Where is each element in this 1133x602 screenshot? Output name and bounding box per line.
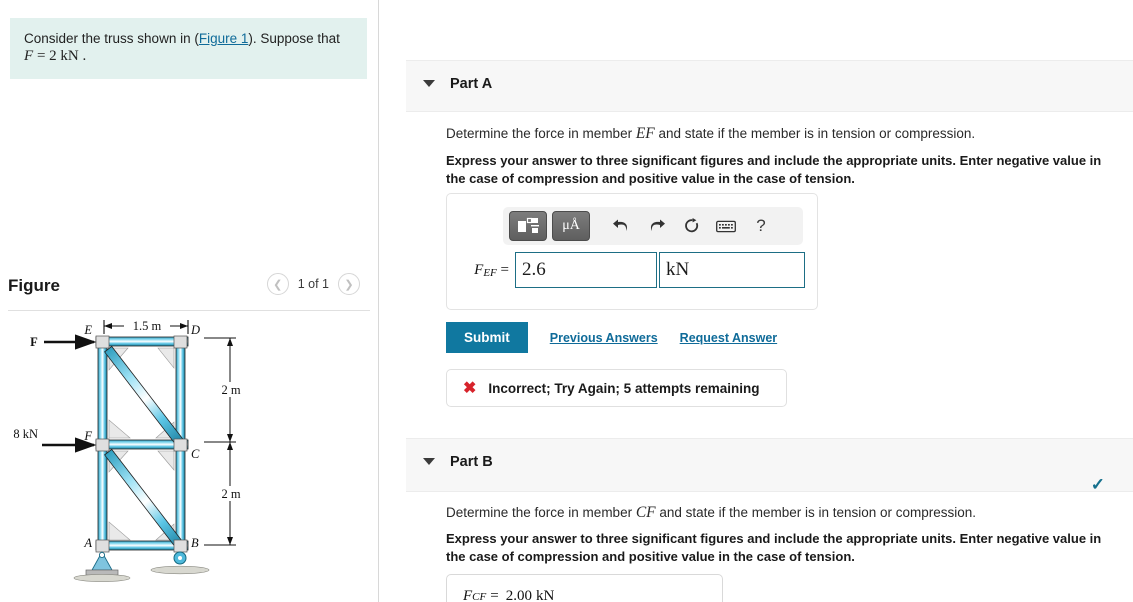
node-label-E: E — [83, 323, 92, 337]
given-period: . — [82, 48, 87, 64]
part-b-answer-units: kN — [535, 588, 555, 602]
node-label-D: D — [190, 323, 200, 337]
request-answer-link[interactable]: Request Answer — [680, 331, 777, 345]
math-toolbar: μÅ ? — [503, 207, 803, 245]
chevron-left-icon: ❮ — [273, 278, 283, 291]
previous-answers-link[interactable]: Previous Answers — [550, 331, 658, 345]
figure-header: Figure ❮ 1 of 1 ❯ — [8, 268, 370, 310]
figure-prev-button[interactable]: ❮ — [266, 273, 289, 295]
dimension-width-label: 1.5 m — [133, 319, 162, 333]
keyboard-icon[interactable] — [711, 212, 741, 240]
part-a-prompt-post: and state if the member is in tension or… — [654, 126, 976, 141]
chevron-right-icon: ❯ — [344, 278, 354, 291]
dimension-lower-label: 2 m — [221, 487, 240, 501]
keyboard-glyph — [716, 220, 736, 232]
truss-diagram-svg: 1.5 m F 8 kN E D F C A B 2 m 2 m — [13, 318, 246, 582]
undo-glyph — [612, 219, 627, 231]
check-icon: ✓ — [1090, 475, 1105, 494]
figure-1-link[interactable]: Figure 1 — [199, 31, 249, 46]
given-variable: F — [24, 48, 34, 64]
given-equation: = 2 — [36, 48, 57, 64]
part-b-prompt-post: and state if the member is in tension or… — [655, 505, 977, 520]
part-a-actions: Submit Previous Answers Request Answer — [446, 322, 777, 353]
part-b-title: Part B — [450, 454, 493, 470]
problem-statement-line1: Consider the truss shown in (Figure 1). … — [24, 30, 353, 47]
part-b-answer-equals: = — [490, 588, 499, 602]
answer-symbol: F — [474, 261, 484, 278]
units-icon[interactable]: μÅ — [552, 211, 590, 241]
part-a-answer-label: FEF = — [461, 262, 515, 279]
node-label-F: F — [83, 429, 92, 443]
reset-glyph — [684, 217, 698, 232]
redo-glyph — [650, 219, 665, 231]
part-b-answer-subscript: CF — [472, 590, 487, 602]
answer-equals: = — [500, 261, 509, 278]
submit-button[interactable]: Submit — [446, 322, 528, 353]
load-mid-label: 8 kN — [13, 427, 38, 441]
part-a-member: EF — [635, 125, 655, 142]
reset-icon[interactable] — [676, 212, 706, 240]
part-a-title: Part A — [450, 76, 493, 92]
part-a-units-input[interactable]: kN — [659, 252, 805, 288]
part-b-answer-widget[interactable]: F CF = 2.00 kN — [446, 574, 723, 602]
truss-figure[interactable]: 1.5 m F 8 kN E D F C A B 2 m 2 m — [8, 312, 370, 600]
part-b-member: CF — [635, 504, 656, 521]
figure-divider — [8, 310, 370, 311]
part-b-instruction: Express your answer to three significant… — [446, 531, 1102, 564]
node-label-C: C — [191, 447, 200, 461]
undo-icon[interactable] — [606, 212, 636, 240]
node-label-A: A — [83, 536, 92, 550]
feedback-message: Incorrect; Try Again; 5 attempts remaini… — [488, 380, 760, 396]
part-b-prompt: Determine the force in member CF and sta… — [446, 504, 1106, 522]
answer-subscript: EF — [483, 266, 497, 279]
problem-page: Consider the truss shown in (Figure 1). … — [0, 0, 1133, 602]
statement-text-after: ). Suppose that — [248, 31, 340, 46]
given-units: kN — [60, 48, 79, 64]
figure-panel: Consider the truss shown in (Figure 1). … — [0, 0, 379, 602]
figure-next-button[interactable]: ❯ — [338, 273, 360, 295]
dimension-upper-label: 2 m — [221, 383, 240, 397]
part-a-feedback: ✖ Incorrect; Try Again; 5 attempts remai… — [446, 369, 787, 407]
part-b-answer-value: 2.00 — [505, 588, 532, 602]
figure-navigation: ❮ 1 of 1 ❯ — [266, 273, 360, 295]
caret-down-icon[interactable] — [423, 458, 435, 465]
part-a-prompt: Determine the force in member EF and sta… — [446, 125, 1106, 143]
part-a-prompt-pre: Determine the force in member — [446, 126, 636, 141]
figure-counter: 1 of 1 — [297, 277, 329, 291]
help-icon[interactable]: ? — [746, 212, 776, 240]
part-b-answer-symbol: F — [463, 588, 473, 602]
redo-icon[interactable] — [641, 212, 671, 240]
part-a-answer-widget: μÅ ? FEF = 2.6 kN — [446, 193, 818, 310]
math-template-icon[interactable] — [509, 211, 547, 241]
statement-text-before: Consider the truss shown in ( — [24, 31, 199, 46]
problem-statement-line2: F = 2 kN . — [24, 47, 353, 65]
figure-title: Figure — [8, 276, 60, 295]
part-a-answer-row: FEF = 2.6 kN — [461, 252, 805, 288]
math-template-glyph — [518, 217, 539, 233]
node-label-B: B — [191, 536, 199, 550]
part-b-prompt-pre: Determine the force in member — [446, 505, 636, 520]
error-x-icon: ✖ — [463, 380, 477, 397]
part-b-header[interactable]: Part B ✓ — [406, 438, 1133, 494]
units-glyph: μÅ — [562, 218, 580, 233]
questions-panel: Part A Determine the force in member EF … — [380, 0, 1133, 602]
part-a-header[interactable]: Part A — [406, 60, 1133, 112]
part-a-instruction: Express your answer to three significant… — [446, 153, 1102, 186]
problem-statement: Consider the truss shown in (Figure 1). … — [10, 18, 367, 79]
load-top-label: F — [30, 335, 38, 349]
caret-down-icon[interactable] — [423, 80, 435, 87]
part-a-value-input[interactable]: 2.6 — [515, 252, 657, 288]
